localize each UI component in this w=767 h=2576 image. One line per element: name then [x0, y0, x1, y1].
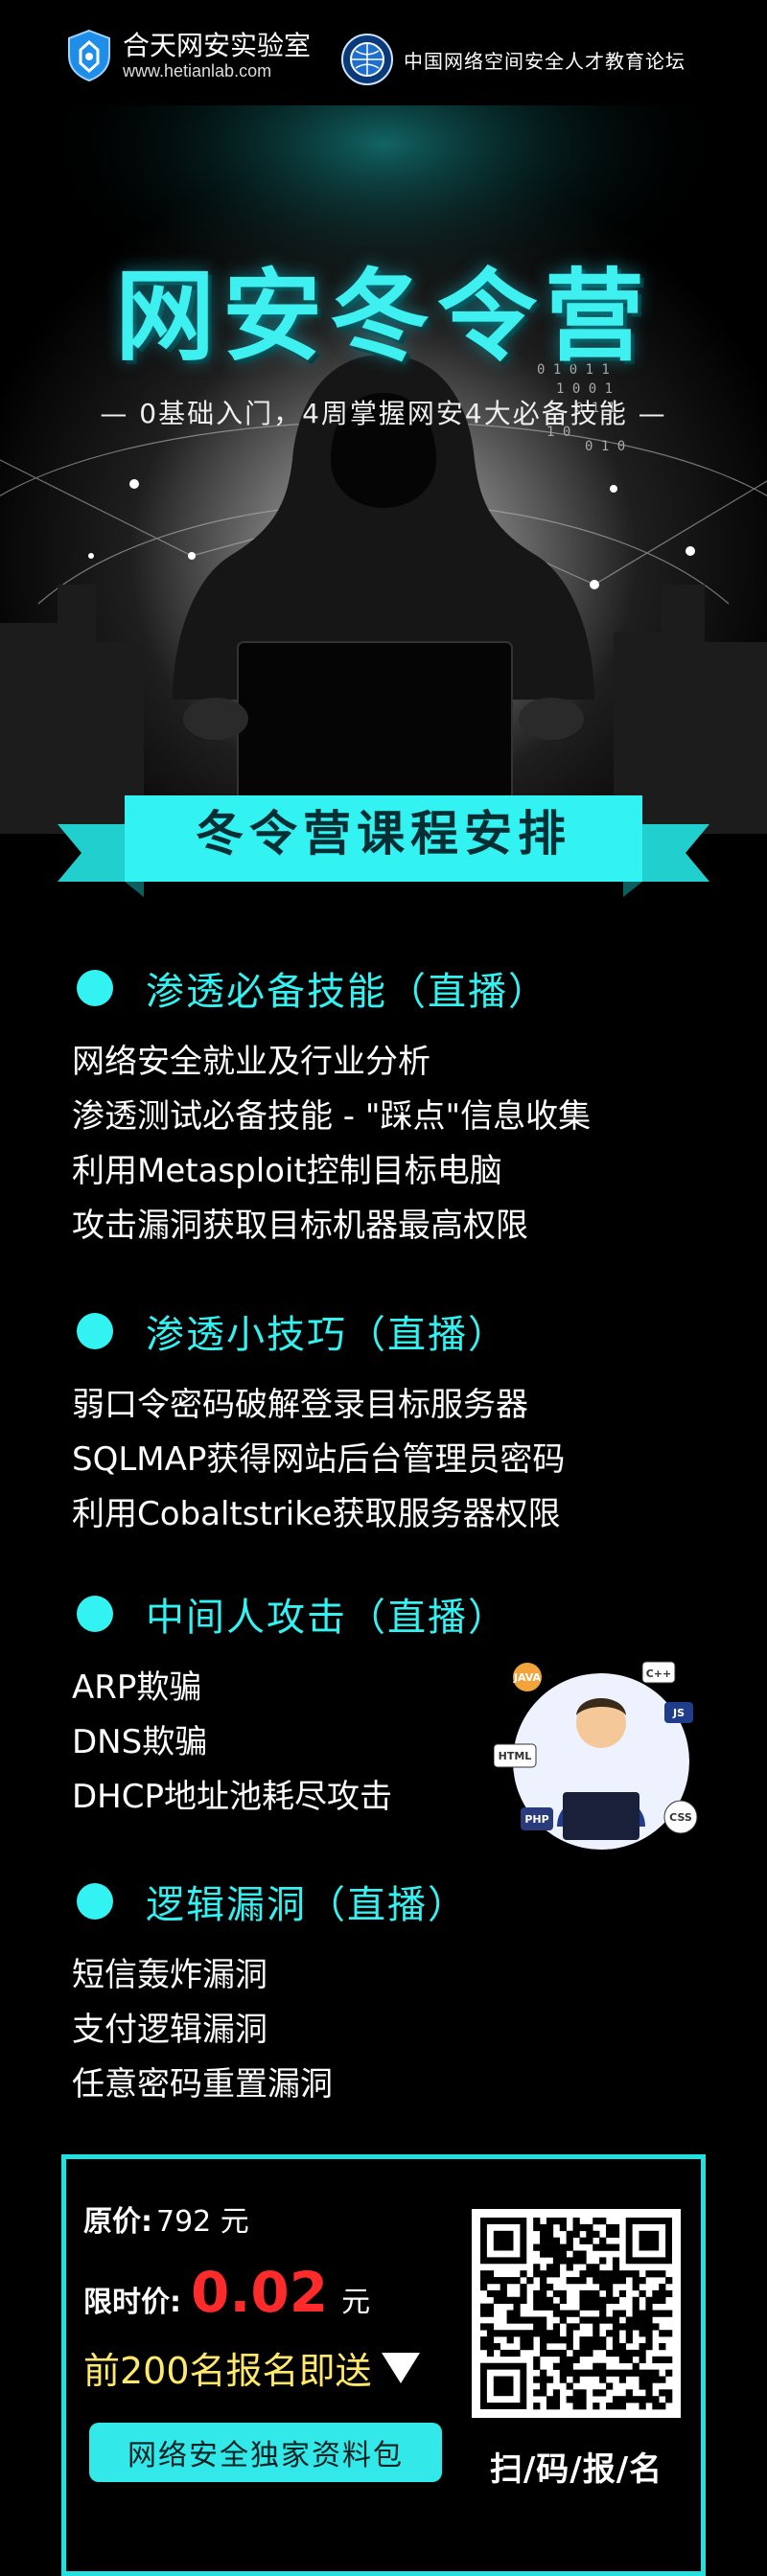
- bullet-dot: [77, 1883, 113, 1920]
- price-box: 原价: 792 元 限时价: 0.02 元 前200名报名即送 网络安全独家资料包…: [61, 2154, 706, 2576]
- sale-price: 限时价: 0.02 元: [83, 2260, 370, 2325]
- qr-label: 扫/码/报/名: [489, 2450, 663, 2489]
- svg-text:CSS: CSS: [669, 1811, 692, 1824]
- original-price: 原价: 792 元: [83, 2197, 249, 2240]
- section-head-3: 中间人攻击（直播）: [77, 1586, 508, 1642]
- list-item: DHCP地址池耗尽攻击: [72, 1778, 392, 1816]
- list-item: 利用Cobaltstrike获取服务器权限: [72, 1495, 561, 1533]
- bullet-dot: [77, 970, 113, 1006]
- qr-code-icon: [480, 2218, 673, 2410]
- svg-text:JS: JS: [672, 1707, 685, 1719]
- developer-illustration: JAVA C++ JS HTML PHP CSS: [493, 1648, 705, 1869]
- tag-js: JS: [664, 1702, 693, 1723]
- hero-title: 网安冬令营: [114, 258, 652, 375]
- list-item: ARP欺骗: [72, 1668, 202, 1707]
- tag-cpp: C++: [641, 1661, 676, 1684]
- svg-text:0 1 0: 0 1 0: [585, 439, 625, 454]
- shield-logo-icon: [68, 29, 110, 82]
- original-price-value: 792 元: [156, 2205, 249, 2239]
- tag-html: HTML: [493, 1743, 537, 1768]
- section-title: 渗透小技巧（直播）: [146, 1313, 508, 1357]
- partner-name: 中国网络空间安全人才教育论坛: [404, 49, 686, 73]
- hacker-illustration: 0 1 0 1 11 0 0 1 0 1 11 00 1 0: [0, 105, 767, 834]
- hero-banner: 0 1 0 1 11 0 0 1 0 1 11 00 1 0 网安冬令营 — 0…: [0, 105, 767, 834]
- list-item: 弱口令密码破解登录目标服务器: [72, 1386, 528, 1424]
- brand-name: 合天网安实验室: [123, 30, 312, 61]
- triangle-down-icon: [381, 2352, 420, 2383]
- list-item: 任意密码重置漏洞: [72, 2065, 333, 2104]
- original-price-label: 原价:: [83, 2205, 152, 2239]
- bullet-dot: [77, 1596, 113, 1632]
- brand-url[interactable]: www.hetianlab.com: [123, 61, 311, 80]
- banner-title: 冬令营课程安排: [196, 806, 571, 862]
- list-item: 短信轰炸漏洞: [72, 1956, 267, 1994]
- qr-code[interactable]: [472, 2209, 681, 2418]
- svg-text:PHP: PHP: [524, 1813, 548, 1826]
- brand-logo[interactable]: 合天网安实验室 www.hetianlab.com: [67, 29, 311, 82]
- list-item: 利用Metasploit控制目标电脑: [72, 1152, 502, 1190]
- svg-text:JAVA: JAVA: [513, 1671, 542, 1684]
- tag-css: CSS: [663, 1800, 698, 1834]
- list-item: 支付逻辑漏洞: [72, 2011, 267, 2049]
- list-item: 渗透测试必备技能 - "踩点"信息收集: [72, 1097, 592, 1136]
- tag-php: PHP: [521, 1807, 553, 1830]
- section-head-2: 渗透小技巧（直播）: [77, 1303, 508, 1359]
- bullet-dot: [77, 1313, 113, 1349]
- gift-pack-button[interactable]: 网络安全独家资料包: [89, 2423, 442, 2482]
- svg-text:HTML: HTML: [499, 1750, 532, 1762]
- partner-logo[interactable]: 中国网络空间安全人才教育论坛: [340, 33, 686, 86]
- section-head-4: 逻辑漏洞（直播）: [77, 1874, 468, 1929]
- sale-price-unit: 元: [341, 2286, 371, 2319]
- sale-price-label: 限时价:: [83, 2286, 181, 2319]
- header: 合天网安实验室 www.hetianlab.com 中国网络空间安全人才教育论坛: [0, 0, 767, 115]
- svg-text:C++: C++: [646, 1668, 672, 1680]
- list-item: SQLMAP获得网站后台管理员密码: [72, 1440, 566, 1479]
- section-title: 逻辑漏洞（直播）: [146, 1883, 468, 1927]
- tag-java: JAVA: [513, 1663, 542, 1691]
- list-item: 攻击漏洞获取目标机器最高权限: [72, 1207, 528, 1245]
- schedule-banner: 冬令营课程安排: [0, 795, 767, 901]
- sale-price-value: 0.02: [191, 2260, 329, 2325]
- list-item: DNS欺骗: [72, 1723, 208, 1761]
- section-title: 中间人攻击（直播）: [146, 1596, 508, 1640]
- gift-text: 前200名报名即送: [83, 2350, 372, 2392]
- hero-subtitle: — 0基础入门，4周掌握网安4大必备技能 —: [100, 398, 667, 429]
- globe-seal-icon: [341, 34, 393, 85]
- section-title: 渗透必备技能（直播）: [146, 970, 548, 1014]
- gift-offer: 前200名报名即送: [83, 2341, 420, 2394]
- list-item: 网络安全就业及行业分析: [72, 1043, 430, 1081]
- section-head-1: 渗透必备技能（直播）: [77, 960, 548, 1016]
